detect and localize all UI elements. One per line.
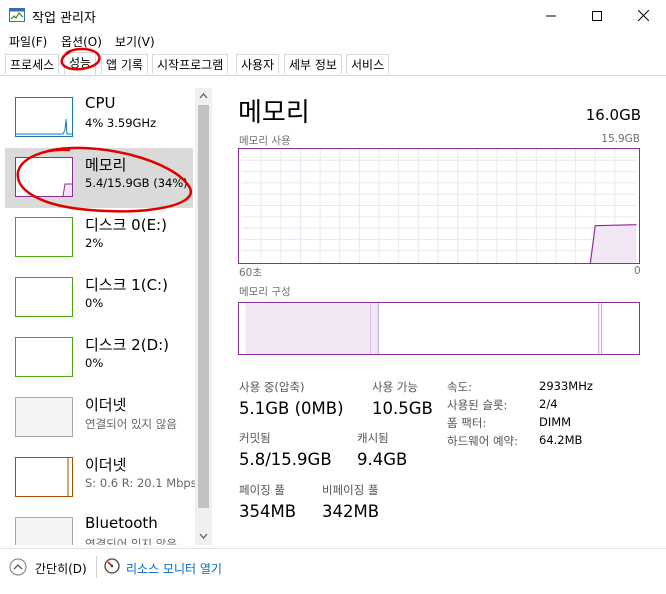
graph-time-left: 60초 xyxy=(239,267,263,279)
slots-value: 2/4 xyxy=(539,397,558,411)
paged-pool-value: 354MB xyxy=(239,502,297,521)
cached-label: 캐시됨 xyxy=(357,431,389,445)
resource-cpu[interactable]: CPU 4% 3.59GHz xyxy=(5,88,193,148)
disk-thumbnail-graph xyxy=(15,277,73,317)
paged-pool-label: 페이징 풀 xyxy=(239,483,285,497)
in-use-value: 5.1GB (0MB) xyxy=(239,399,344,418)
disk-thumbnail-graph xyxy=(15,217,73,257)
resource-value: 연결되어 있지 않음 xyxy=(85,537,177,545)
tab-details[interactable]: 세부 정보 xyxy=(284,54,342,74)
slots-label: 사용된 슬롯: xyxy=(447,398,508,412)
memory-composition-label: 메모리 구성 xyxy=(239,286,291,298)
resource-disk-0[interactable]: 디스크 0(E:) 2% xyxy=(5,208,193,268)
resource-value: 0% xyxy=(85,356,104,370)
ethernet-thumbnail-graph xyxy=(15,457,73,497)
resource-monitor-icon[interactable] xyxy=(104,558,120,574)
composition-in-use xyxy=(245,303,371,354)
resource-ethernet[interactable]: 이더넷 S: 0.6 R: 20.1 Mbps xyxy=(5,448,197,508)
speed-value: 2933MHz xyxy=(539,379,593,393)
resource-name: 디스크 2(D:) xyxy=(85,336,170,354)
resource-value: 0% xyxy=(85,296,104,310)
cpu-thumbnail-graph xyxy=(15,97,73,137)
resource-name: CPU xyxy=(85,94,116,112)
detail-title: 메모리 xyxy=(238,98,310,128)
committed-value: 5.8/15.9GB xyxy=(239,450,332,469)
form-factor-value: DIMM xyxy=(539,415,572,429)
resource-disk-1[interactable]: 디스크 1(C:) 0% xyxy=(5,268,193,328)
memory-usage-fill xyxy=(590,224,637,263)
memory-usage-max: 15.9GB xyxy=(601,133,640,145)
graph-time-right: 0 xyxy=(634,265,641,277)
memory-composition-bar xyxy=(238,302,640,355)
maximize-icon xyxy=(592,10,602,21)
available-value: 10.5GB xyxy=(372,399,433,418)
maximize-button[interactable] xyxy=(574,0,620,31)
collapse-button[interactable]: 간단히(D) xyxy=(35,560,87,577)
task-manager-icon xyxy=(9,8,25,22)
graph-grid xyxy=(241,149,637,263)
cached-value: 9.4GB xyxy=(357,450,408,469)
tab-app-history[interactable]: 앱 기록 xyxy=(101,54,148,74)
scrollbar-thumb[interactable] xyxy=(198,105,209,508)
menu-options[interactable]: 옵션(O) xyxy=(61,33,102,50)
menu-file[interactable]: 파일(F) xyxy=(9,33,47,50)
close-button[interactable] xyxy=(620,0,666,31)
memory-thumbnail-graph xyxy=(15,157,73,197)
footer xyxy=(0,548,666,594)
committed-label: 커밋됨 xyxy=(239,431,271,445)
disk-thumbnail-graph xyxy=(15,337,73,377)
form-factor-label: 폼 팩터: xyxy=(447,416,487,430)
bluetooth-thumbnail-graph xyxy=(15,517,73,545)
nonpaged-pool-label: 비페이징 풀 xyxy=(322,483,379,497)
memory-usage-label: 메모리 사용 xyxy=(239,135,291,147)
in-use-label: 사용 중(압축) xyxy=(239,380,305,394)
resource-value: 4% 3.59GHz xyxy=(85,116,157,130)
collapse-chevron-icon[interactable] xyxy=(9,558,27,576)
resource-value: 2% xyxy=(85,236,104,250)
minimize-button[interactable] xyxy=(528,0,574,31)
resource-name: 메모리 xyxy=(85,156,127,174)
speed-label: 속도: xyxy=(447,380,473,394)
minimize-icon xyxy=(546,15,556,16)
resource-value: S: 0.6 R: 20.1 Mbps xyxy=(85,476,197,490)
resource-bluetooth[interactable]: Bluetooth 연결되어 있지 않음 xyxy=(5,508,193,545)
resource-value: 연결되어 있지 않음 xyxy=(85,417,177,431)
window-title: 작업 관리자 xyxy=(32,11,96,26)
resource-ethernet-disconnected[interactable]: 이더넷 연결되어 있지 않음 xyxy=(5,388,193,448)
tab-performance[interactable]: 성능 xyxy=(64,52,97,75)
resource-name: Bluetooth xyxy=(85,514,158,532)
hardware-reserved-label: 하드웨어 예약: xyxy=(447,434,519,448)
open-resource-monitor-link[interactable]: 리소스 모니터 열기 xyxy=(126,560,222,577)
ethernet-thumbnail-graph xyxy=(15,397,73,437)
tab-users[interactable]: 사용자 xyxy=(236,54,280,74)
resource-value: 5.4/15.9GB (34%) xyxy=(85,176,188,190)
resource-disk-2[interactable]: 디스크 2(D:) 0% xyxy=(5,328,193,388)
resource-name: 디스크 0(E:) xyxy=(85,216,167,234)
resource-memory[interactable]: 메모리 5.4/15.9GB (34%) xyxy=(5,148,193,208)
resource-name: 디스크 1(C:) xyxy=(85,276,168,294)
scroll-up-arrow-icon[interactable] xyxy=(198,92,209,100)
menu-view[interactable]: 보기(V) xyxy=(115,33,155,50)
nonpaged-pool-value: 342MB xyxy=(322,502,380,521)
resource-list: CPU 4% 3.59GHz 메모리 5.4/15.9GB (34%) 디스크 … xyxy=(5,88,214,545)
resource-name: 이더넷 xyxy=(85,396,127,414)
tab-services[interactable]: 서비스 xyxy=(346,54,390,74)
composition-modified xyxy=(370,303,379,354)
footer-divider xyxy=(96,556,97,578)
scroll-down-arrow-icon[interactable] xyxy=(198,532,209,540)
available-label: 사용 가능 xyxy=(372,380,418,394)
close-icon xyxy=(637,10,649,21)
tab-startup[interactable]: 시작프로그램 xyxy=(152,54,229,74)
memory-total: 16.0GB xyxy=(585,106,641,124)
resource-name: 이더넷 xyxy=(85,456,127,474)
memory-usage-graph xyxy=(238,148,640,264)
hardware-reserved-value: 64.2MB xyxy=(539,433,583,447)
tab-processes[interactable]: 프로세스 xyxy=(5,54,60,74)
